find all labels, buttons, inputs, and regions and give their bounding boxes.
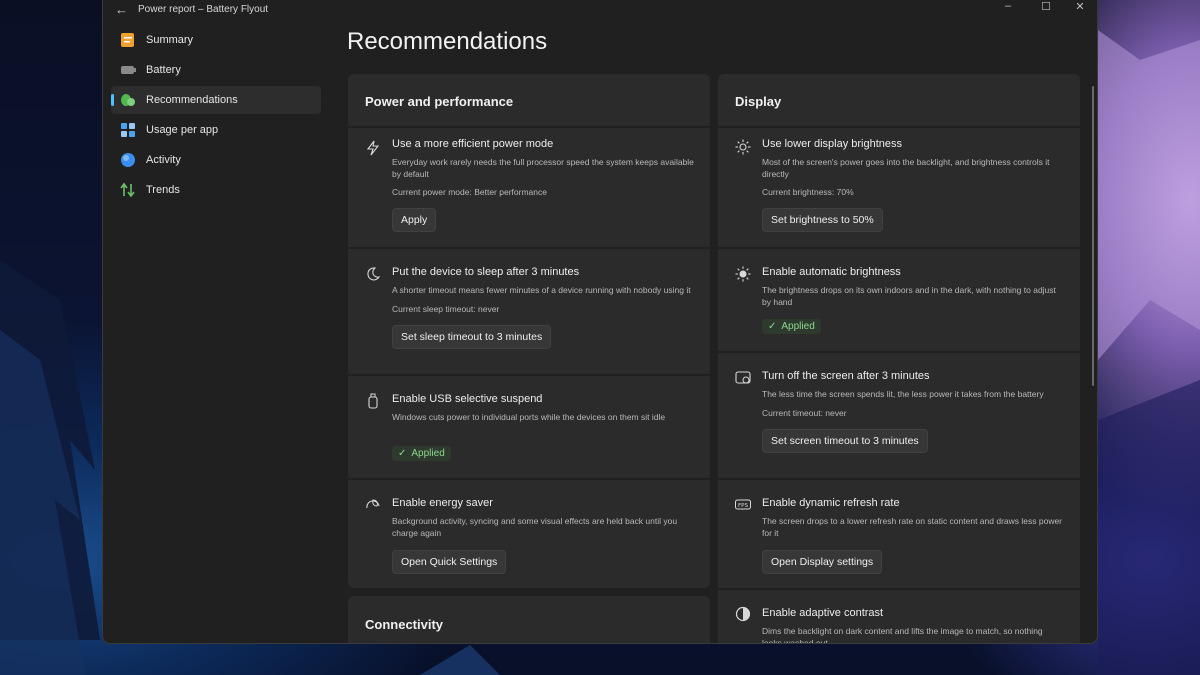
right-column: Display Use lower display brightness Mos… <box>718 74 1080 644</box>
leaf-icon <box>120 92 136 108</box>
page-title: Recommendations <box>347 28 548 55</box>
card-title: Connectivity <box>365 617 444 632</box>
row-title: Put the device to sleep after 3 minutes <box>392 266 580 278</box>
recommendation-row: FPS Enable dynamic refresh rate The scre… <box>718 478 1080 588</box>
row-title: Turn off the screen after 3 minutes <box>762 370 930 382</box>
recommendation-row: Turn off the screen after 3 minutes The … <box>718 351 1080 478</box>
minimize-button[interactable]: – <box>993 0 1023 12</box>
apply-button[interactable]: Apply <box>392 208 437 232</box>
connectivity-card: Connectivity <box>348 596 710 643</box>
window-title: Power report – Battery Flyout <box>138 4 269 15</box>
moon-icon <box>365 266 381 282</box>
set-brightness-button[interactable]: Set brightness to 50% <box>762 208 883 232</box>
row-title: Enable USB selective suspend <box>392 393 543 405</box>
row-description: The screen drops to a lower refresh rate… <box>762 516 1063 538</box>
sidebar-item-label: Activity <box>146 154 181 166</box>
apps-icon <box>120 122 136 138</box>
sidebar-item-label: Trends <box>146 184 180 196</box>
recommendation-row: Use lower display brightness Most of the… <box>718 126 1080 247</box>
row-description: Background activity, syncing and some vi… <box>392 516 678 538</box>
trends-icon <box>120 182 136 198</box>
open-quick-settings-button[interactable]: Open Quick Settings <box>392 550 507 574</box>
row-title: Use lower display brightness <box>762 138 903 150</box>
display-card: Display Use lower display brightness Mos… <box>718 74 1080 644</box>
sidebar-item-usage-per-app[interactable]: Usage per app <box>111 116 321 144</box>
fps-icon: FPS <box>735 497 751 513</box>
usb-icon <box>365 393 381 409</box>
left-column: Power and performance Use a more efficie… <box>348 74 710 643</box>
applied-label: Applied <box>411 447 445 459</box>
row-description: The brightness drops on its own indoors … <box>762 285 1056 307</box>
maximize-button[interactable]: ☐ <box>1031 0 1061 13</box>
energy-saver-icon <box>365 497 381 513</box>
sidebar: Summary Battery Recommendations Usage pe… <box>111 26 321 206</box>
activity-icon <box>120 152 136 168</box>
power-mode-icon <box>365 140 381 156</box>
open-display-settings-button[interactable]: Open Display settings <box>762 550 883 574</box>
recommendation-row: Use a more efficient power mode Everyday… <box>348 126 710 247</box>
checkmark-icon: ✓ <box>768 321 777 332</box>
sidebar-item-trends[interactable]: Trends <box>111 176 321 204</box>
sidebar-item-activity[interactable]: Activity <box>111 146 321 174</box>
sidebar-item-recommendations[interactable]: Recommendations <box>111 86 321 114</box>
card-title: Power and performance <box>365 94 514 109</box>
sidebar-item-battery[interactable]: Battery <box>111 56 321 84</box>
contrast-icon <box>735 606 751 622</box>
app-window: ← Power report – Battery Flyout – ☐ ✕ Su… <box>102 0 1098 644</box>
row-status: Current power mode: Better performance <box>392 187 547 197</box>
row-description: Windows cuts power to individual ports w… <box>392 412 666 422</box>
row-description: The less time the screen spends lit, the… <box>762 389 1044 399</box>
sidebar-item-label: Battery <box>146 64 181 76</box>
title-bar: ← Power report – Battery Flyout – ☐ ✕ <box>103 0 1097 20</box>
summary-icon <box>120 32 136 48</box>
sidebar-item-summary[interactable]: Summary <box>111 26 321 54</box>
sidebar-item-label: Recommendations <box>146 94 238 106</box>
recommendation-row: Enable USB selective suspend Windows cut… <box>348 374 710 478</box>
close-button[interactable]: ✕ <box>1065 0 1095 13</box>
sidebar-item-label: Usage per app <box>146 124 219 136</box>
scrollbar[interactable] <box>1092 86 1094 386</box>
row-status: Current sleep timeout: never <box>392 303 500 314</box>
sidebar-item-label: Summary <box>146 34 194 46</box>
set-sleep-timeout-button[interactable]: Set sleep timeout to 3 minutes <box>392 324 552 349</box>
applied-badge: ✓ Applied <box>392 445 451 461</box>
row-status: Current brightness: 70% <box>762 187 854 197</box>
card-title: Display <box>735 94 782 109</box>
row-title: Enable energy saver <box>392 497 493 509</box>
row-status: Current timeout: never <box>762 407 847 418</box>
recommendation-row: Put the device to sleep after 3 minutes … <box>348 247 710 374</box>
set-screen-timeout-button[interactable]: Set screen timeout to 3 minutes <box>762 428 928 453</box>
row-title: Enable automatic brightness <box>762 266 901 278</box>
applied-badge: ✓ Applied <box>762 319 821 334</box>
auto-brightness-icon <box>735 266 751 282</box>
recommendation-row: Enable energy saver Background activity,… <box>348 478 710 588</box>
row-description: Dims the backlight on dark content and l… <box>762 626 1043 644</box>
row-title: Use a more efficient power mode <box>392 138 554 150</box>
svg-text:FPS: FPS <box>738 503 748 509</box>
sun-icon <box>735 139 751 155</box>
checkmark-icon: ✓ <box>398 447 407 459</box>
battery-icon <box>120 62 136 78</box>
row-title: Enable dynamic refresh rate <box>762 497 900 509</box>
row-description: Everyday work rarely needs the full proc… <box>392 157 694 179</box>
recommendation-row: Enable adaptive contrast Dims the backli… <box>718 588 1080 644</box>
screen-timeout-icon <box>735 370 751 386</box>
row-title: Enable adaptive contrast <box>762 607 884 619</box>
back-button[interactable]: ← <box>115 2 128 17</box>
applied-label: Applied <box>781 321 815 332</box>
row-description: Most of the screen's power goes into the… <box>762 157 1050 179</box>
power-performance-card: Power and performance Use a more efficie… <box>348 74 710 588</box>
recommendation-row: Enable automatic brightness The brightne… <box>718 247 1080 351</box>
row-description: A shorter timeout means fewer minutes of… <box>392 285 691 295</box>
